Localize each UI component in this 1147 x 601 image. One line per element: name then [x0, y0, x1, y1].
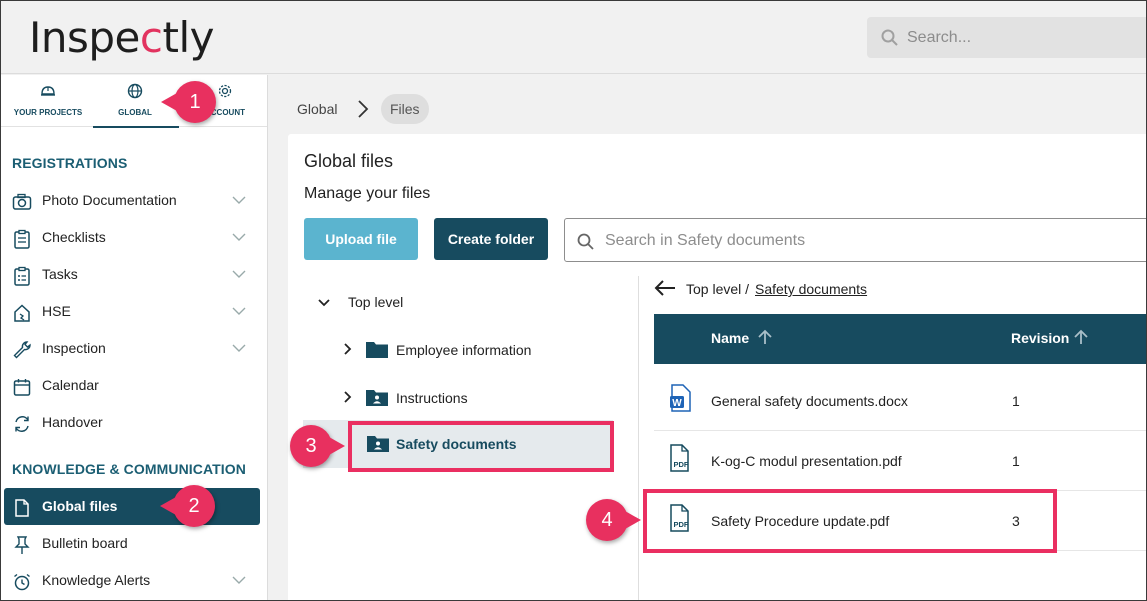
highlight-box-safety-documents — [348, 421, 614, 472]
column-name[interactable]: Name — [711, 329, 772, 346]
path-top-level[interactable]: Top level / — [686, 281, 749, 297]
sidebar: YOUR PROJECTS GLOBAL ACCOUNT REGISTRATIO… — [1, 75, 268, 600]
chevron-down-icon[interactable] — [232, 196, 246, 205]
global-search-input[interactable]: Search... — [867, 17, 1146, 58]
chevron-down-icon[interactable] — [232, 270, 246, 279]
tree-folder-employee-information[interactable]: Employee information — [343, 326, 613, 374]
top-bar: Inspectly Search... — [1, 1, 1146, 74]
arrow-left-icon[interactable] — [654, 280, 676, 296]
sidebar-item-calendar[interactable]: Calendar — [1, 367, 268, 404]
gear-icon — [218, 84, 232, 98]
svg-text:W: W — [672, 398, 682, 409]
tree-top-level[interactable]: Top level — [316, 278, 616, 326]
helmet-icon — [41, 86, 55, 96]
alarm-icon — [14, 573, 30, 591]
section-registrations: REGISTRATIONS — [12, 155, 128, 171]
tree-divider — [638, 276, 639, 600]
app-window: Inspectly Search... YOUR PROJECTS GLOBAL… — [0, 0, 1147, 601]
tree-folder-instructions[interactable]: Instructions — [343, 374, 613, 422]
chevron-down-icon[interactable] — [232, 344, 246, 353]
table-row[interactable]: W General safety documents.docx 1 — [654, 371, 1146, 431]
task-list-icon — [14, 266, 30, 286]
shared-folder-icon — [366, 390, 388, 406]
search-files-input[interactable]: Search in Safety documents — [564, 218, 1146, 262]
search-icon — [881, 29, 898, 46]
chevron-down-icon[interactable] — [232, 233, 246, 242]
sidebar-item-checklists[interactable]: Checklists — [1, 219, 268, 256]
column-revision[interactable]: Revision — [1011, 329, 1088, 346]
breadcrumb-global-link[interactable]: Global — [297, 101, 337, 117]
path-current-folder[interactable]: Safety documents — [755, 281, 867, 297]
chevron-right-icon — [358, 100, 369, 118]
sort-arrow-up-icon — [1074, 329, 1088, 344]
wrench-icon — [13, 341, 31, 359]
section-knowledge-communication: KNOWLEDGE & COMMUNICATION — [12, 461, 246, 477]
annotation-badge-1: 1 — [161, 81, 216, 123]
page-title: Global files — [304, 151, 394, 171]
svg-text:PDF: PDF — [674, 460, 689, 469]
annotation-badge-3: 3 — [290, 425, 345, 467]
annotation-badge-4: 4 — [586, 499, 641, 541]
calendar-icon — [13, 379, 31, 396]
annotation-badge-2: 2 — [160, 485, 215, 527]
breadcrumb-current: Files — [381, 94, 429, 124]
chevron-down-icon[interactable] — [318, 299, 330, 307]
hse-icon — [14, 304, 30, 322]
handover-icon — [15, 416, 29, 432]
sidebar-item-hse[interactable]: HSE — [1, 293, 268, 330]
word-document-icon: W — [670, 384, 691, 412]
table-row[interactable]: PDF K-og-C modul presentation.pdf 1 — [654, 431, 1146, 491]
sort-arrow-up-icon — [758, 329, 772, 344]
clipboard-icon — [14, 229, 30, 249]
nav-tabs: YOUR PROJECTS GLOBAL ACCOUNT — [1, 75, 267, 128]
search-placeholder: Search... — [907, 29, 972, 46]
sidebar-item-handover[interactable]: Handover — [1, 404, 268, 441]
highlight-box-safety-procedure — [643, 489, 1057, 553]
sidebar-item-global-files[interactable]: Global files — [4, 488, 260, 525]
camera-icon — [12, 193, 32, 210]
sidebar-item-bulletin-board[interactable]: Bulletin board — [1, 525, 268, 562]
sidebar-item-tasks[interactable]: Tasks — [1, 256, 268, 293]
inspectly-logo[interactable]: Inspectly — [29, 13, 214, 62]
sidebar-item-inspection[interactable]: Inspection — [1, 330, 268, 367]
pin-icon — [14, 536, 30, 554]
chevron-down-icon[interactable] — [232, 307, 246, 316]
upload-file-button[interactable]: Upload file — [304, 218, 418, 260]
tab-your-projects[interactable]: YOUR PROJECTS — [4, 75, 92, 127]
sidebar-item-knowledge-alerts[interactable]: Knowledge Alerts — [1, 562, 268, 599]
pdf-document-icon: PDF — [670, 444, 689, 472]
folder-icon — [366, 342, 388, 358]
sidebar-item-photo-documentation[interactable]: Photo Documentation — [1, 182, 268, 219]
table-header: Name Revision — [654, 314, 1146, 364]
chevron-right-icon[interactable] — [344, 391, 352, 403]
search-files-placeholder: Search in Safety documents — [605, 232, 806, 249]
chevron-down-icon[interactable] — [232, 576, 246, 585]
page-subtitle: Manage your files — [304, 185, 431, 202]
search-icon — [577, 233, 594, 250]
globe-icon — [127, 83, 143, 99]
create-folder-button[interactable]: Create folder — [434, 218, 548, 260]
file-icon — [15, 499, 29, 517]
chevron-right-icon[interactable] — [344, 343, 352, 355]
